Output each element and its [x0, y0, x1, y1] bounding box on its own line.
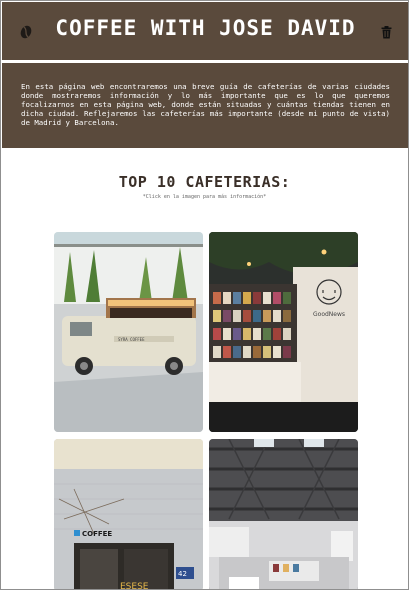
svg-text:42: 42	[178, 570, 187, 578]
gallery-image-syra-coffee[interactable]: SYRA COFFEE	[54, 232, 203, 432]
intro-text: En esta página web encontraremos una bre…	[21, 82, 390, 127]
gallery-image-industrial-cafe[interactable]	[209, 439, 358, 589]
gallery-image-coffee-shop[interactable]: COFFEE ESESE 42	[54, 439, 203, 590]
svg-text:GoodNews: GoodNews	[313, 311, 345, 318]
svg-text:ESESE: ESESE	[120, 582, 149, 590]
top-title: TOP 10 CAFETERIAS:	[118, 173, 291, 191]
gallery-image-goodnews[interactable]: GoodNews	[209, 232, 358, 432]
svg-text:SYRA COFFEE: SYRA COFFEE	[118, 337, 145, 342]
svg-text:COFFEE: COFFEE	[82, 530, 112, 538]
intro-section: En esta página web encontraremos una bre…	[2, 63, 408, 148]
page-frame: COFFEE WITH JOSE DAVID En esta página we…	[0, 0, 409, 590]
site-header: COFFEE WITH JOSE DAVID	[2, 2, 408, 60]
site-title: COFFEE WITH JOSE DAVID	[55, 16, 356, 40]
top-subtitle: *Click en la imagen para más información…	[142, 194, 267, 200]
trash-icon[interactable]	[381, 24, 392, 43]
